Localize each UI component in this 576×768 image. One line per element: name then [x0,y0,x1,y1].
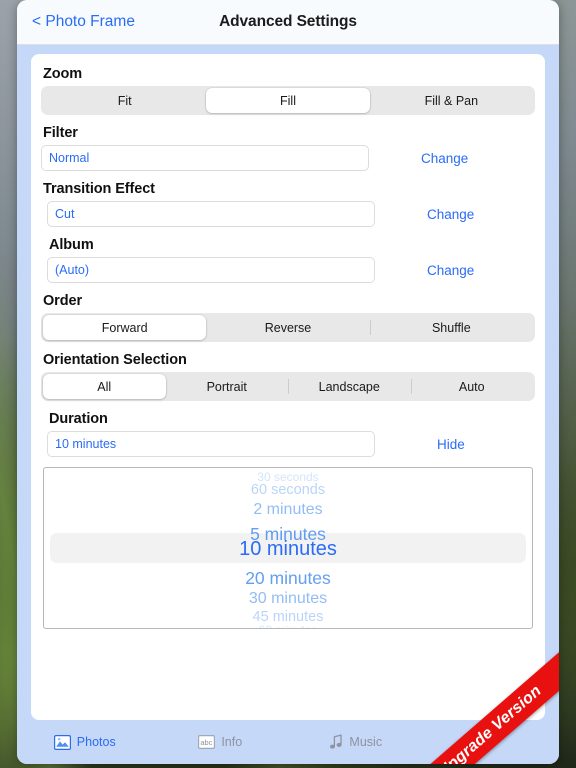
navigation-bar: < Photo Frame Advanced Settings [17,0,559,45]
order-option-shuffle[interactable]: Shuffle [369,315,533,340]
page-title: Advanced Settings [219,13,357,30]
order-segmented-control[interactable]: Forward Reverse Shuffle [41,313,535,342]
transition-row: Cut Change [41,201,535,227]
svg-text:abc: abc [201,738,213,747]
settings-card: Zoom Fit Fill Fill & Pan Filter Normal C… [31,54,545,720]
tab-info[interactable]: abc Info [153,735,289,749]
transition-change-button[interactable]: Change [427,207,474,222]
transition-section-label: Transition Effect [43,181,155,197]
album-section-label: Album [49,237,94,253]
filter-change-button[interactable]: Change [421,151,468,166]
filter-value-field[interactable]: Normal [41,145,369,171]
duration-hide-button[interactable]: Hide [437,437,465,452]
album-change-button[interactable]: Change [427,263,474,278]
zoom-segmented-control[interactable]: Fit Fill Fill & Pan [41,86,535,115]
album-value-field[interactable]: (Auto) [47,257,375,283]
photos-icon [53,734,71,750]
zoom-option-fill-and-pan[interactable]: Fill & Pan [370,88,533,113]
duration-picker-wheel[interactable]: 30 seconds 60 seconds 2 minutes 5 minute… [43,467,533,629]
tab-info-label: Info [221,735,243,749]
orientation-option-landscape[interactable]: Landscape [288,374,411,399]
filter-section-label: Filter [43,125,78,141]
tab-photos-label: Photos [76,735,116,749]
picker-item[interactable]: 60 seconds [44,482,532,498]
duration-value-field[interactable]: 10 minutes [47,431,375,457]
orientation-segmented-control[interactable]: All Portrait Landscape Auto [41,372,535,401]
zoom-option-fit[interactable]: Fit [43,88,206,113]
album-row: (Auto) Change [41,257,535,283]
orientation-option-all[interactable]: All [43,374,166,399]
duration-row: 10 minutes Hide [41,431,535,457]
info-abc-icon: abc [198,735,216,749]
transition-value-field[interactable]: Cut [47,201,375,227]
picker-item-selected[interactable]: 10 minutes [44,538,532,561]
app-window: < Photo Frame Advanced Settings Zoom Fit… [17,0,559,764]
tab-music-label: Music [349,735,383,749]
orientation-option-portrait[interactable]: Portrait [166,374,289,399]
order-option-reverse[interactable]: Reverse [206,315,369,340]
picker-item[interactable]: 20 minutes [44,568,532,589]
picker-item[interactable]: 60 minutes [44,623,532,628]
tab-photos[interactable]: Photos [17,734,153,750]
order-option-forward[interactable]: Forward [43,315,207,340]
picker-item[interactable]: 2 minutes [44,501,532,519]
order-section-label: Order [43,293,82,309]
zoom-section-label: Zoom [43,66,83,82]
filter-row: Normal Change [41,145,535,171]
settings-scroll-area[interactable]: Zoom Fit Fill Fill & Pan Filter Normal C… [17,45,559,720]
orientation-section-label: Orientation Selection [43,352,187,368]
duration-section-label: Duration [49,411,108,427]
picker-item[interactable]: 30 minutes [44,590,532,608]
tab-music[interactable]: Music [288,734,424,750]
zoom-option-fill[interactable]: Fill [206,88,370,113]
orientation-option-auto[interactable]: Auto [410,374,534,399]
music-note-icon [329,734,343,750]
